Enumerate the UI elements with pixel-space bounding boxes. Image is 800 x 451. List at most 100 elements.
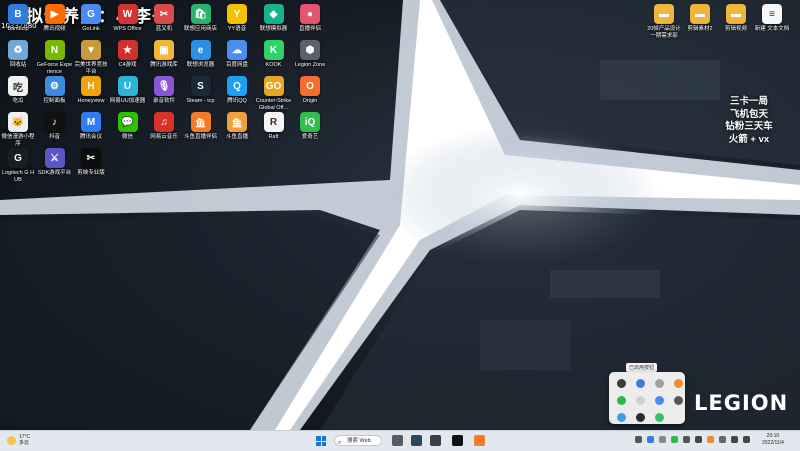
desktop-icon-pindao[interactable]: 吃吃瓜: [0, 76, 36, 105]
desktop-icon-douyu[interactable]: 鱼斗鱼直播伴侣: [183, 112, 219, 141]
desktop-icon-netease-music[interactable]: ♫ 网易云音乐: [146, 112, 182, 141]
file-explorer-taskbar-icon[interactable]: [392, 435, 403, 446]
douyu-icon: 鱼: [190, 112, 211, 132]
folder-2-icon: ▬: [690, 4, 710, 24]
kook-icon: K: [263, 40, 284, 60]
desktop-icon-douyu2[interactable]: 鱼斗鱼直播: [219, 112, 255, 141]
desktop-icon-text-doc[interactable]: ≡ 新建 文本文档: [754, 4, 790, 33]
volume-icon[interactable]: [731, 436, 738, 443]
capcut-icon: ✂: [81, 148, 101, 168]
desktop-icon-browser[interactable]: e 联想浏览器: [183, 40, 219, 69]
desktop-icon-honeyview[interactable]: H Honeyview: [73, 76, 109, 105]
tray-icon[interactable]: [683, 436, 690, 443]
tray-app-icon[interactable]: [617, 396, 626, 405]
legion-logo: LEGION: [694, 391, 789, 415]
tray-app-icon[interactable]: [655, 413, 664, 422]
desktop-icon-folder-1[interactable]: ▬ 20帧产品设计一期需求部: [646, 4, 682, 39]
app-taskbar-icon[interactable]: [430, 435, 441, 446]
desktop-icon-tencent-video[interactable]: ▶ 腾讯视频: [37, 4, 73, 33]
geforce-icon: N: [44, 40, 65, 60]
desktop-icon-netease-accel[interactable]: U 网易UU加速器: [110, 76, 146, 105]
desktop-icon-tiktok[interactable]: ♪ 抖音: [37, 112, 73, 141]
desktop-icon-csgo[interactable]: GO Counter-Strike Global Off...: [256, 76, 292, 111]
netease-music-icon: ♫: [154, 112, 174, 132]
desktop-icon-wechat[interactable]: 💬 微信: [110, 112, 146, 141]
desktop-icon-iqiyi[interactable]: iQ 爱奇艺: [292, 112, 328, 141]
desktop-icon-app-store[interactable]: 🛍 联想应用商店: [183, 4, 219, 33]
weather-description: 多云: [19, 440, 30, 446]
desktop-icon-origin[interactable]: O Origin: [292, 76, 328, 105]
desktop-icon-folder-2[interactable]: ▬ 剪辑素材2: [682, 4, 718, 33]
csgo-icon: GO: [263, 76, 284, 96]
desktop-icon-label: 微信漫游小程序: [1, 134, 35, 147]
tray-app-icon[interactable]: [636, 396, 645, 405]
desktop-icon-raft[interactable]: R Raft: [256, 112, 292, 141]
desktop-icon-tencent-gamebox[interactable]: ▣ 腾讯游戏库: [146, 40, 182, 69]
search-icon: ⌕: [338, 440, 342, 446]
desktop-icon-label: YY语音: [227, 26, 247, 32]
tencent-video-icon: ▶: [44, 4, 65, 24]
tray-icon[interactable]: [719, 436, 726, 443]
tray-app-icon[interactable]: [655, 396, 664, 405]
desktop-icon-games[interactable]: ★ C4游戏: [110, 40, 146, 69]
tray-app-icon[interactable]: [617, 413, 626, 422]
desktop-icon-bandizip[interactable]: B Bandizip: [0, 4, 36, 33]
tray-app-icon[interactable]: [636, 413, 645, 422]
chevron-up-icon[interactable]: [635, 436, 642, 443]
tray-icon[interactable]: [671, 436, 678, 443]
tray-overflow-popup[interactable]: [609, 372, 685, 424]
desktop-icon-yy[interactable]: Y YY语音: [219, 4, 255, 33]
desktop-icon-capcut[interactable]: ✂ 剪映专业版: [73, 148, 109, 177]
pindao-icon: 吃: [8, 76, 28, 96]
tray-app-icon[interactable]: [655, 379, 664, 388]
desktop-icon-wechat-store[interactable]: 🐱 微信漫游小程序: [0, 112, 36, 147]
games-icon: ★: [117, 40, 138, 60]
wifi-icon[interactable]: [695, 436, 702, 443]
desktop-icon-voice[interactable]: 🎙 录音软件: [146, 76, 182, 105]
steam-taskbar-icon[interactable]: [411, 435, 422, 446]
start-button[interactable]: [316, 436, 326, 446]
desktop-icon-logitech[interactable]: G Logitech G HUB: [0, 148, 36, 183]
windows-logo-icon: [316, 441, 321, 446]
tray-icon[interactable]: [707, 436, 714, 443]
taskbar-clock[interactable]: 20:10 2022/11/4: [762, 433, 784, 447]
douyu2-icon: 鱼: [227, 112, 247, 132]
taskbar-search[interactable]: ⌕ 搜索 Web: [334, 435, 382, 446]
desktop-icon-label: 联想模拟器: [259, 26, 288, 32]
tray-app-icon[interactable]: [636, 379, 645, 388]
desktop-icon-label: 20帧产品设计一期需求部: [647, 26, 681, 39]
desktop-icon-label: GoLink: [82, 26, 100, 32]
capcut-taskbar-icon[interactable]: [452, 435, 463, 446]
tray-icon[interactable]: [659, 436, 666, 443]
search-placeholder: 搜索 Web: [347, 438, 371, 444]
tray-app-icon[interactable]: [617, 379, 626, 388]
weather-widget[interactable]: 17°C 多云: [7, 434, 30, 446]
desktop-icon-game-manager[interactable]: ✂ 蓝叉机: [146, 4, 182, 33]
tray-icon[interactable]: [647, 436, 654, 443]
desktop-icon-label: 斗鱼直播伴侣: [183, 134, 217, 140]
desktop-icon-live[interactable]: ● 直播伴侣: [292, 4, 328, 33]
desktop-icon-kook[interactable]: K KOOK: [256, 40, 292, 69]
desktop-icon-legion[interactable]: ⬢ Legion Zone: [292, 40, 328, 69]
recycle-icon: ♻: [8, 40, 28, 60]
desktop-icon-folder-3[interactable]: ▬ 剪辑视频: [718, 4, 754, 33]
tray-app-icon[interactable]: [674, 379, 683, 388]
wps-icon: W: [117, 4, 138, 24]
desktop-icon-sdk[interactable]: ⚔ SDK游戏平台: [37, 148, 73, 177]
desktop-icon-qq[interactable]: Q 腾讯QQ: [219, 76, 255, 105]
battery-icon[interactable]: [743, 436, 750, 443]
desktop-icon-geforce[interactable]: N GeForce Experience: [37, 40, 73, 75]
tray-app-icon[interactable]: [674, 396, 683, 405]
desktop-icon-steam[interactable]: S Steam - tcp: [183, 76, 219, 105]
desktop-icon-baidu-netdisk[interactable]: ☁ 百度网盘: [219, 40, 255, 69]
douyu-taskbar-icon[interactable]: [474, 435, 485, 446]
desktop-icon-control[interactable]: ⚙ 控制面板: [37, 76, 73, 105]
desktop-icon-emu[interactable]: ◆ 联想模拟器: [256, 4, 292, 33]
desktop-icon-feishu[interactable]: M 腾讯会议: [73, 112, 109, 141]
live-icon: ●: [300, 4, 320, 24]
desktop-icon-tencent-game[interactable]: ▼ 完美世界竞技平台: [73, 40, 109, 75]
desktop-icon-recycle[interactable]: ♻ 回收站: [0, 40, 36, 69]
logitech-icon: G: [8, 148, 28, 168]
desktop-icon-gocamp[interactable]: G GoLink: [73, 4, 109, 33]
desktop-icon-wps[interactable]: W WPS Office: [110, 4, 146, 33]
